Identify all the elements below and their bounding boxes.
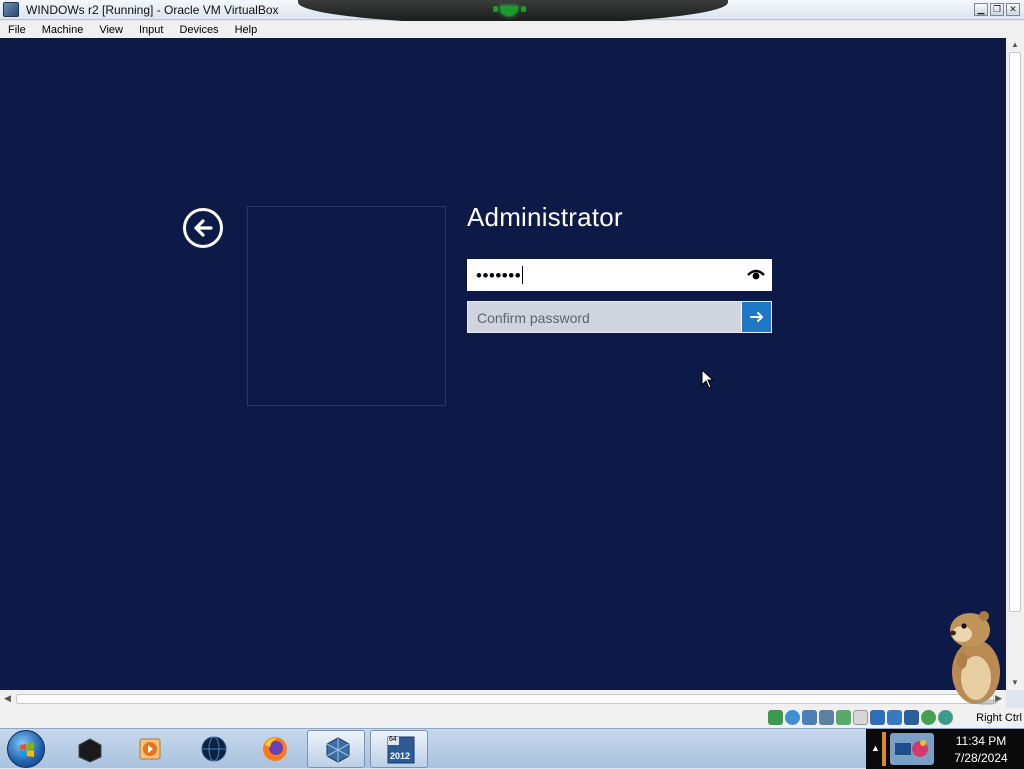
status-led-icon: [493, 6, 498, 12]
taskbar-app-virtualbox[interactable]: [307, 730, 365, 768]
network-icon[interactable]: [819, 710, 834, 725]
menu-help[interactable]: Help: [227, 21, 266, 38]
user-avatar-tile: [247, 206, 446, 406]
horizontal-scrollbar[interactable]: ◀ ▶: [0, 690, 1006, 708]
globe-icon: [201, 736, 227, 762]
clock-date[interactable]: 7/28/2024: [938, 751, 1024, 765]
virtualbox-icon: [326, 737, 350, 763]
vertical-scrollbar[interactable]: ▲ ▼: [1006, 38, 1024, 690]
confirm-password-placeholder: Confirm password: [477, 310, 590, 326]
virtualbox-app-icon: [3, 2, 19, 17]
firefox-icon: [263, 737, 287, 761]
scroll-up-icon[interactable]: ▲: [1010, 40, 1020, 50]
menu-machine[interactable]: Machine: [34, 21, 92, 38]
host-taskbar: 64 2012 ▲ 11:34 PM 7/28/2024: [0, 728, 1024, 769]
password-value: •••••••: [476, 266, 524, 285]
tray-app-virtualbox-icon[interactable]: [890, 733, 934, 765]
taskbar-app-media-player[interactable]: [120, 730, 178, 768]
video-capture-icon[interactable]: [887, 710, 902, 725]
taskbar-app-black-box[interactable]: [60, 730, 118, 768]
restore-button[interactable]: ❐: [990, 3, 1004, 16]
power-led-icon: [500, 6, 518, 16]
horizontal-scroll-thumb[interactable]: [16, 694, 994, 704]
keyboard-icon[interactable]: [938, 710, 953, 725]
back-button[interactable]: [183, 208, 223, 248]
tray-separator: [882, 732, 886, 766]
arrow-right-icon: [750, 312, 763, 322]
vertical-scroll-thumb[interactable]: [1009, 52, 1021, 612]
tray-expand-icon[interactable]: ▲: [871, 743, 880, 753]
menu-input[interactable]: Input: [131, 21, 171, 38]
username-label: Administrator: [467, 202, 623, 232]
eye-icon[interactable]: [747, 269, 765, 281]
optical-drive-icon[interactable]: [785, 710, 800, 725]
menu-file[interactable]: File: [0, 21, 34, 38]
hamster-mascot-image: [950, 611, 1000, 705]
confirm-password-input[interactable]: Confirm password: [467, 301, 772, 333]
media-player-icon: [139, 738, 161, 760]
mouse-integration-icon[interactable]: [921, 710, 936, 725]
black-box-app-icon: [78, 738, 102, 763]
usb-icon[interactable]: [836, 710, 851, 725]
system-tray: ▲ 11:34 PM 7/28/2024: [866, 729, 1024, 769]
clock-time[interactable]: 11:34 PM: [938, 734, 1024, 748]
host-key-label: Right Ctrl: [976, 712, 1022, 724]
mouse-pointer-icon: [701, 369, 715, 389]
scroll-down-icon[interactable]: ▼: [1010, 678, 1020, 688]
taskbar-app-windows-server-2012[interactable]: 64 2012: [370, 730, 428, 768]
window-title: WINDOWs r2 [Running] - Oracle VM Virtual…: [26, 3, 279, 17]
hard-disk-icon[interactable]: [768, 710, 783, 725]
taskbar-app-globe[interactable]: [184, 730, 242, 768]
menu-devices[interactable]: Devices: [171, 21, 226, 38]
submit-button[interactable]: [741, 302, 771, 332]
shared-folders-icon[interactable]: [853, 710, 868, 725]
taskbar-app-firefox[interactable]: [245, 730, 303, 768]
audio-icon[interactable]: [802, 710, 817, 725]
vm-statusbar: Right Ctrl: [0, 708, 1024, 728]
virtualbox-tray-icon: [895, 740, 928, 757]
status-led-icon: [521, 6, 526, 12]
windows-logo-icon: [20, 743, 34, 757]
virtualization-icon[interactable]: [904, 710, 919, 725]
scroll-left-icon[interactable]: ◀: [4, 693, 11, 704]
back-arrow-icon: [194, 219, 213, 237]
password-input[interactable]: •••••••: [467, 259, 772, 291]
menubar: File Machine View Input Devices Help: [0, 21, 1024, 38]
minimize-button[interactable]: ▁: [974, 3, 988, 16]
display-icon[interactable]: [870, 710, 885, 725]
menu-view[interactable]: View: [91, 21, 131, 38]
text-caret: [522, 266, 524, 284]
server-badge-arch: 64: [389, 736, 397, 743]
guest-screen[interactable]: Administrator ••••••• Confirm password: [0, 38, 1006, 690]
server-badge-version: 2012: [390, 751, 411, 761]
window-titlebar[interactable]: WINDOWs r2 [Running] - Oracle VM Virtual…: [0, 0, 1024, 24]
close-button[interactable]: ✕: [1006, 3, 1020, 16]
start-button[interactable]: [7, 730, 45, 768]
